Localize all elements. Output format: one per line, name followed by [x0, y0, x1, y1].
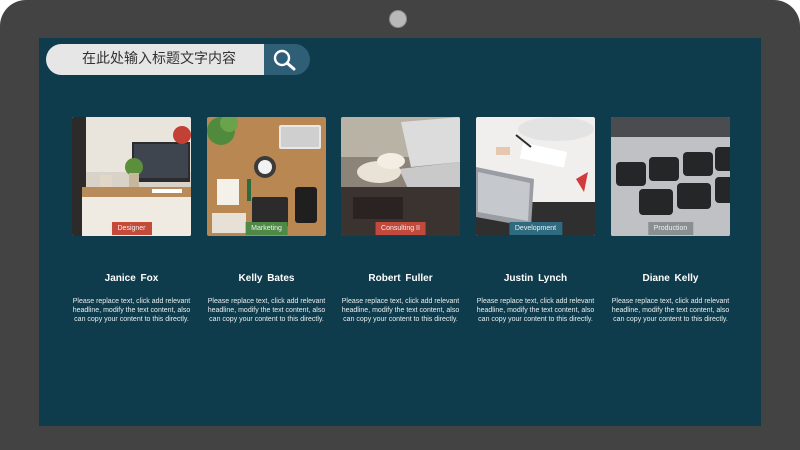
card-photo-office: Designer — [72, 117, 191, 236]
profile-card[interactable]: Designer Janice Fox Please replace text,… — [72, 117, 191, 323]
role-tag: Production — [647, 222, 694, 235]
role-tag: Development — [508, 222, 563, 235]
laptop-screen: 在此处输入标题文字内容 Designer Janice Fox Please r… — [39, 38, 761, 426]
profile-card[interactable]: Production Diane Kelly Please replace te… — [611, 117, 730, 323]
card-photo-desk: Marketing — [207, 117, 326, 236]
role-tag: Marketing — [245, 222, 288, 235]
person-description: Please replace text, click add relevant … — [207, 298, 326, 323]
profile-card[interactable]: Development Justin Lynch Please replace … — [476, 117, 595, 323]
person-description: Please replace text, click add relevant … — [476, 298, 595, 323]
search-button[interactable] — [264, 44, 310, 75]
profile-card[interactable]: Consulting II Robert Fuller Please repla… — [341, 117, 460, 323]
search-icon — [273, 49, 296, 71]
search-input[interactable]: 在此处输入标题文字内容 — [46, 44, 268, 75]
card-photo-laptop-desk: Development — [476, 117, 595, 236]
profile-card[interactable]: Marketing Kelly Bates Please replace tex… — [207, 117, 326, 323]
role-tag: Consulting II — [375, 222, 426, 235]
card-photo-keyboard: Production — [611, 117, 730, 236]
person-description: Please replace text, click add relevant … — [611, 298, 730, 323]
webcam — [389, 10, 407, 28]
person-description: Please replace text, click add relevant … — [72, 298, 191, 323]
search-bar: 在此处输入标题文字内容 — [46, 44, 310, 75]
person-name: Janice Fox — [104, 273, 159, 284]
person-name: Diane Kelly — [642, 273, 699, 284]
card-photo-laptop-typing: Consulting II — [341, 117, 460, 236]
person-name: Kelly Bates — [238, 273, 295, 284]
role-tag: Designer — [111, 222, 152, 235]
person-name: Robert Fuller — [368, 273, 433, 284]
person-description: Please replace text, click add relevant … — [341, 298, 460, 323]
laptop-frame: 在此处输入标题文字内容 Designer Janice Fox Please r… — [0, 0, 800, 450]
person-name: Justin Lynch — [503, 273, 568, 284]
